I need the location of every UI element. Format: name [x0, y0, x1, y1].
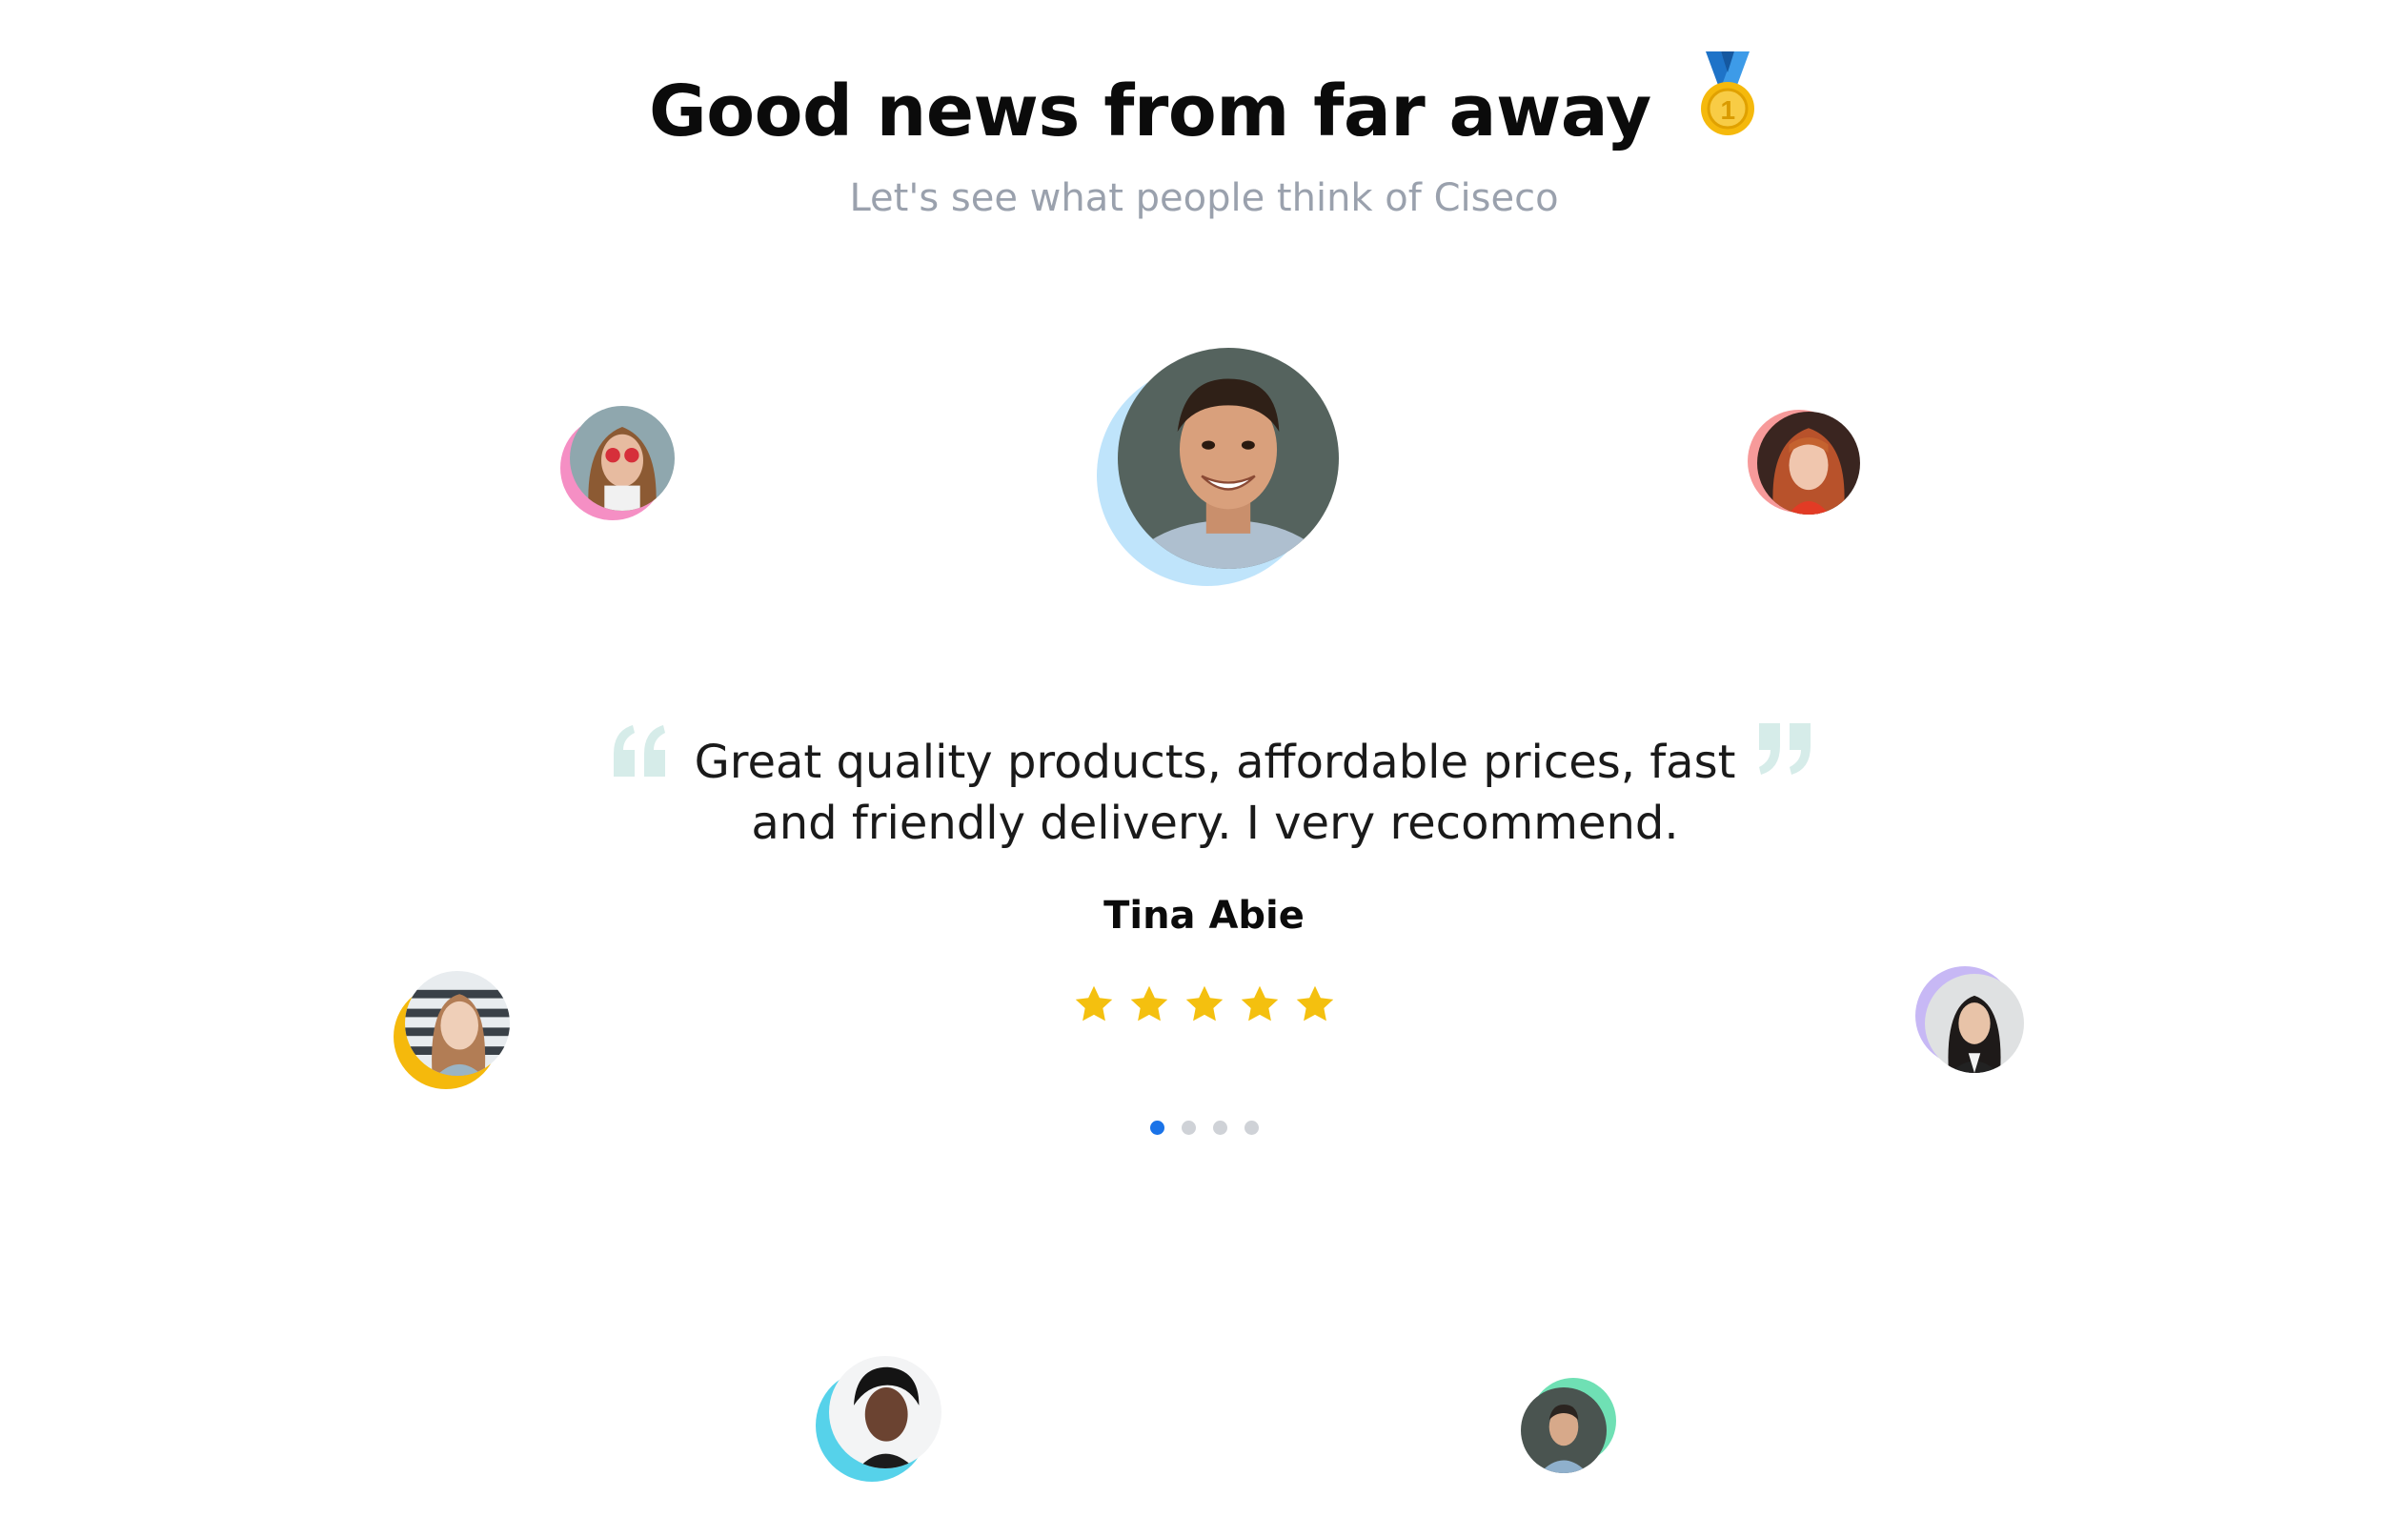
carousel-dot-1[interactable] [1149, 1121, 1164, 1135]
svg-text:1: 1 [1720, 95, 1734, 125]
section-subtitle: Let's see what people think of Ciseco [849, 176, 1559, 220]
star-icon [1075, 985, 1112, 1021]
star-icon [1185, 985, 1223, 1021]
testimonial-quote: Great quality products, affordable price… [694, 736, 1736, 850]
avatar-photo [829, 1356, 941, 1468]
avatar-photo [1757, 412, 1860, 515]
section-title: Good news from far away 1 [0, 51, 2408, 166]
reviewer-name: Tina Abie [1103, 894, 1305, 938]
star-icon [1241, 985, 1278, 1021]
avatar-photo [1118, 348, 1339, 569]
carousel-dot-2[interactable] [1181, 1121, 1196, 1135]
medal-icon: 1 [1696, 51, 1759, 166]
featured-customer-avatar[interactable] [1097, 348, 1339, 586]
customer-avatar-top-left[interactable] [560, 406, 675, 520]
section-title-text: Good news from far away [649, 71, 1651, 152]
open-quote-icon [610, 721, 671, 779]
customer-avatar-bottom-left[interactable] [816, 1356, 941, 1482]
star-icon [1296, 985, 1333, 1021]
carousel-dot-3[interactable] [1212, 1121, 1227, 1135]
carousel-dot-4[interactable] [1244, 1121, 1259, 1135]
avatar-photo [570, 406, 675, 511]
customer-avatar-top-right[interactable] [1748, 410, 1860, 515]
avatar-photo [1521, 1387, 1607, 1473]
carousel-pagination [0, 1121, 2408, 1135]
customer-avatar-bottom-right[interactable] [1521, 1378, 1616, 1473]
star-icon [1130, 985, 1167, 1021]
rating-stars [0, 983, 2408, 1025]
